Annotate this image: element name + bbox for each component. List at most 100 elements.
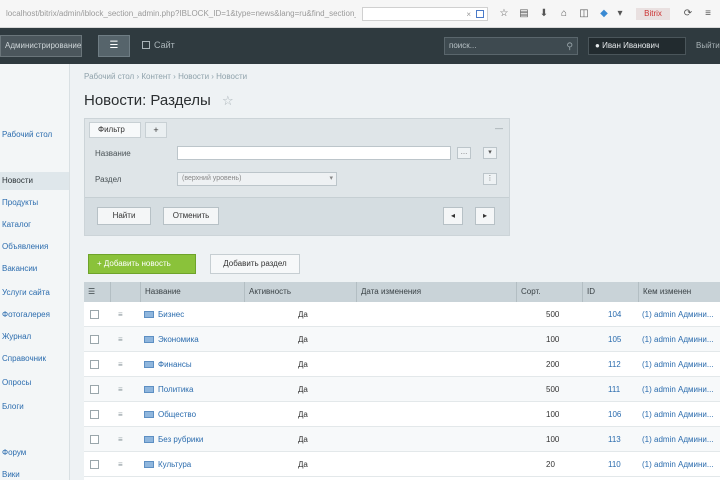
extension-icon[interactable]: ◆ [598, 8, 610, 20]
filter-tab[interactable]: Фильтр [89, 122, 141, 138]
row-name[interactable]: Политика [144, 377, 244, 402]
row-id[interactable]: 112 [608, 352, 636, 377]
sidebar-item[interactable]: Блоги [0, 398, 69, 416]
favorite-star-icon[interactable]: ☆ [222, 93, 234, 109]
table-row[interactable]: ≡ Культура Да 20 110 (1) admin Админи... [84, 452, 720, 477]
sidebar-item[interactable]: Рабочий стол [0, 126, 69, 144]
browser-search-field[interactable]: × [362, 7, 488, 21]
prev-icon[interactable]: ◂ [443, 207, 463, 225]
site-link[interactable]: Сайт [142, 40, 175, 50]
row-checkbox[interactable] [90, 410, 99, 419]
table-row[interactable]: ≡ Бизнес Да 500 104 (1) admin Админи... [84, 302, 720, 327]
table-row[interactable]: ≡ Финансы Да 200 112 (1) admin Админи... [84, 352, 720, 377]
add-section-button[interactable]: Добавить раздел [210, 254, 300, 274]
find-button[interactable]: Найти [97, 207, 151, 225]
sidebar-item[interactable]: Каталог [0, 216, 69, 234]
address-bar[interactable]: localhost/bitrix/admin/iblock_section_ad… [6, 9, 356, 19]
search-engine-icon[interactable] [476, 10, 484, 18]
filter-name-input[interactable] [177, 146, 451, 160]
sidebar-item[interactable]: Продукты [0, 194, 69, 212]
column-header-sort[interactable]: Сорт. [516, 282, 582, 302]
row-modified-by[interactable]: (1) admin Админи... [642, 302, 720, 327]
column-header-date[interactable]: Дата изменения [356, 282, 516, 302]
sidebar-item[interactable]: Фотогалерея [0, 306, 69, 324]
row-modified-by[interactable]: (1) admin Админи... [642, 377, 720, 402]
clear-icon[interactable]: × [466, 10, 471, 19]
row-checkbox[interactable] [90, 335, 99, 344]
row-name[interactable]: Бизнес [144, 302, 244, 327]
sidebar-item[interactable]: Услуги сайта [0, 284, 69, 302]
sidebar-item[interactable]: Объявления [0, 238, 69, 256]
filter-condition-dropdown[interactable]: ▾ [483, 147, 497, 159]
row-actions-icon[interactable]: ≡ [118, 327, 123, 352]
row-checkbox[interactable] [90, 310, 99, 319]
row-id[interactable]: 111 [608, 377, 636, 402]
sidebar-item[interactable]: Вики [0, 466, 69, 480]
hamburger-menu-icon[interactable]: ≡ [702, 8, 714, 20]
search-icon[interactable]: ⚲ [566, 38, 573, 54]
row-name[interactable]: Культура [144, 452, 244, 477]
downloads-icon[interactable]: ⬇ [538, 8, 550, 20]
filter-options-button[interactable]: … [457, 147, 471, 159]
add-news-button[interactable]: + Добавить новость [88, 254, 196, 274]
add-filter-tab-button[interactable]: + [145, 122, 167, 138]
logout-link[interactable]: Выйти [696, 41, 720, 50]
next-icon[interactable]: ▸ [475, 207, 495, 225]
row-id[interactable]: 113 [608, 427, 636, 452]
row-modified-by[interactable]: (1) admin Админи... [642, 327, 720, 352]
row-checkbox[interactable] [90, 460, 99, 469]
filter-section-select[interactable]: (верхний уровень) ▾ [177, 172, 337, 186]
filter-more-button[interactable]: ⋮ [483, 173, 497, 185]
sidebar-item[interactable]: Справочник [0, 350, 69, 368]
sidebar-item[interactable]: Опросы [0, 374, 69, 392]
collapse-filter-icon[interactable]: — [495, 124, 503, 133]
row-id[interactable]: 106 [608, 402, 636, 427]
sidebar-item[interactable]: Вакансии [0, 260, 69, 278]
menu-toggle-button[interactable]: ☰ [98, 35, 130, 57]
row-id[interactable]: 104 [608, 302, 636, 327]
table-row[interactable]: ≡ Политика Да 500 111 (1) admin Админи..… [84, 377, 720, 402]
table-row[interactable]: ≡ Без рубрики Да 100 113 (1) admin Админ… [84, 427, 720, 452]
admin-brand-button[interactable]: Администрирование [0, 35, 82, 57]
row-modified-by[interactable]: (1) admin Админи... [642, 427, 720, 452]
cancel-button[interactable]: Отменить [163, 207, 219, 225]
star-icon[interactable]: ☆ [498, 8, 510, 20]
pocket-icon[interactable]: ◫ [578, 8, 590, 20]
row-checkbox[interactable] [90, 360, 99, 369]
row-name[interactable]: Общество [144, 402, 244, 427]
row-actions-icon[interactable]: ≡ [118, 377, 123, 402]
column-header-checkbox[interactable]: ☰ [84, 282, 110, 302]
table-row[interactable]: ≡ Экономика Да 100 105 (1) admin Админи.… [84, 327, 720, 352]
column-header-name[interactable]: Название [140, 282, 244, 302]
row-actions-icon[interactable]: ≡ [118, 427, 123, 452]
user-menu-button[interactable]: ● Иван Иванович [588, 37, 686, 55]
bookmarks-icon[interactable]: ▤ [518, 8, 530, 20]
column-header-id[interactable]: ID [582, 282, 638, 302]
column-header-active[interactable]: Активность [244, 282, 356, 302]
breadcrumb[interactable]: Рабочий стол › Контент › Новости › Новос… [84, 72, 247, 81]
sidebar-item[interactable]: Журнал [0, 328, 69, 346]
row-modified-by[interactable]: (1) admin Админи... [642, 452, 720, 477]
table-row[interactable]: ≡ Общество Да 100 106 (1) admin Админи..… [84, 402, 720, 427]
sync-icon[interactable]: ⟳ [682, 8, 694, 20]
row-name[interactable]: Экономика [144, 327, 244, 352]
row-modified-by[interactable]: (1) admin Админи... [642, 402, 720, 427]
home-icon[interactable]: ⌂ [558, 8, 570, 20]
row-checkbox[interactable] [90, 435, 99, 444]
row-name[interactable]: Финансы [144, 352, 244, 377]
row-actions-icon[interactable]: ≡ [118, 302, 123, 327]
row-id[interactable]: 110 [608, 452, 636, 477]
row-actions-icon[interactable]: ≡ [118, 452, 123, 477]
row-actions-icon[interactable]: ≡ [118, 352, 123, 377]
admin-search-input[interactable]: поиск... ⚲ [444, 37, 578, 55]
row-checkbox[interactable] [90, 385, 99, 394]
dropdown-icon[interactable]: ▾ [614, 8, 626, 20]
sidebar-item-active[interactable]: Новости [0, 172, 69, 190]
row-modified-by[interactable]: (1) admin Админи... [642, 352, 720, 377]
sidebar-item[interactable]: Форум [0, 444, 69, 462]
row-id[interactable]: 105 [608, 327, 636, 352]
row-name[interactable]: Без рубрики [144, 427, 244, 452]
column-header-modified-by[interactable]: Кем изменен [638, 282, 720, 302]
extension-badge[interactable]: Bitrix [636, 8, 670, 20]
row-actions-icon[interactable]: ≡ [118, 402, 123, 427]
